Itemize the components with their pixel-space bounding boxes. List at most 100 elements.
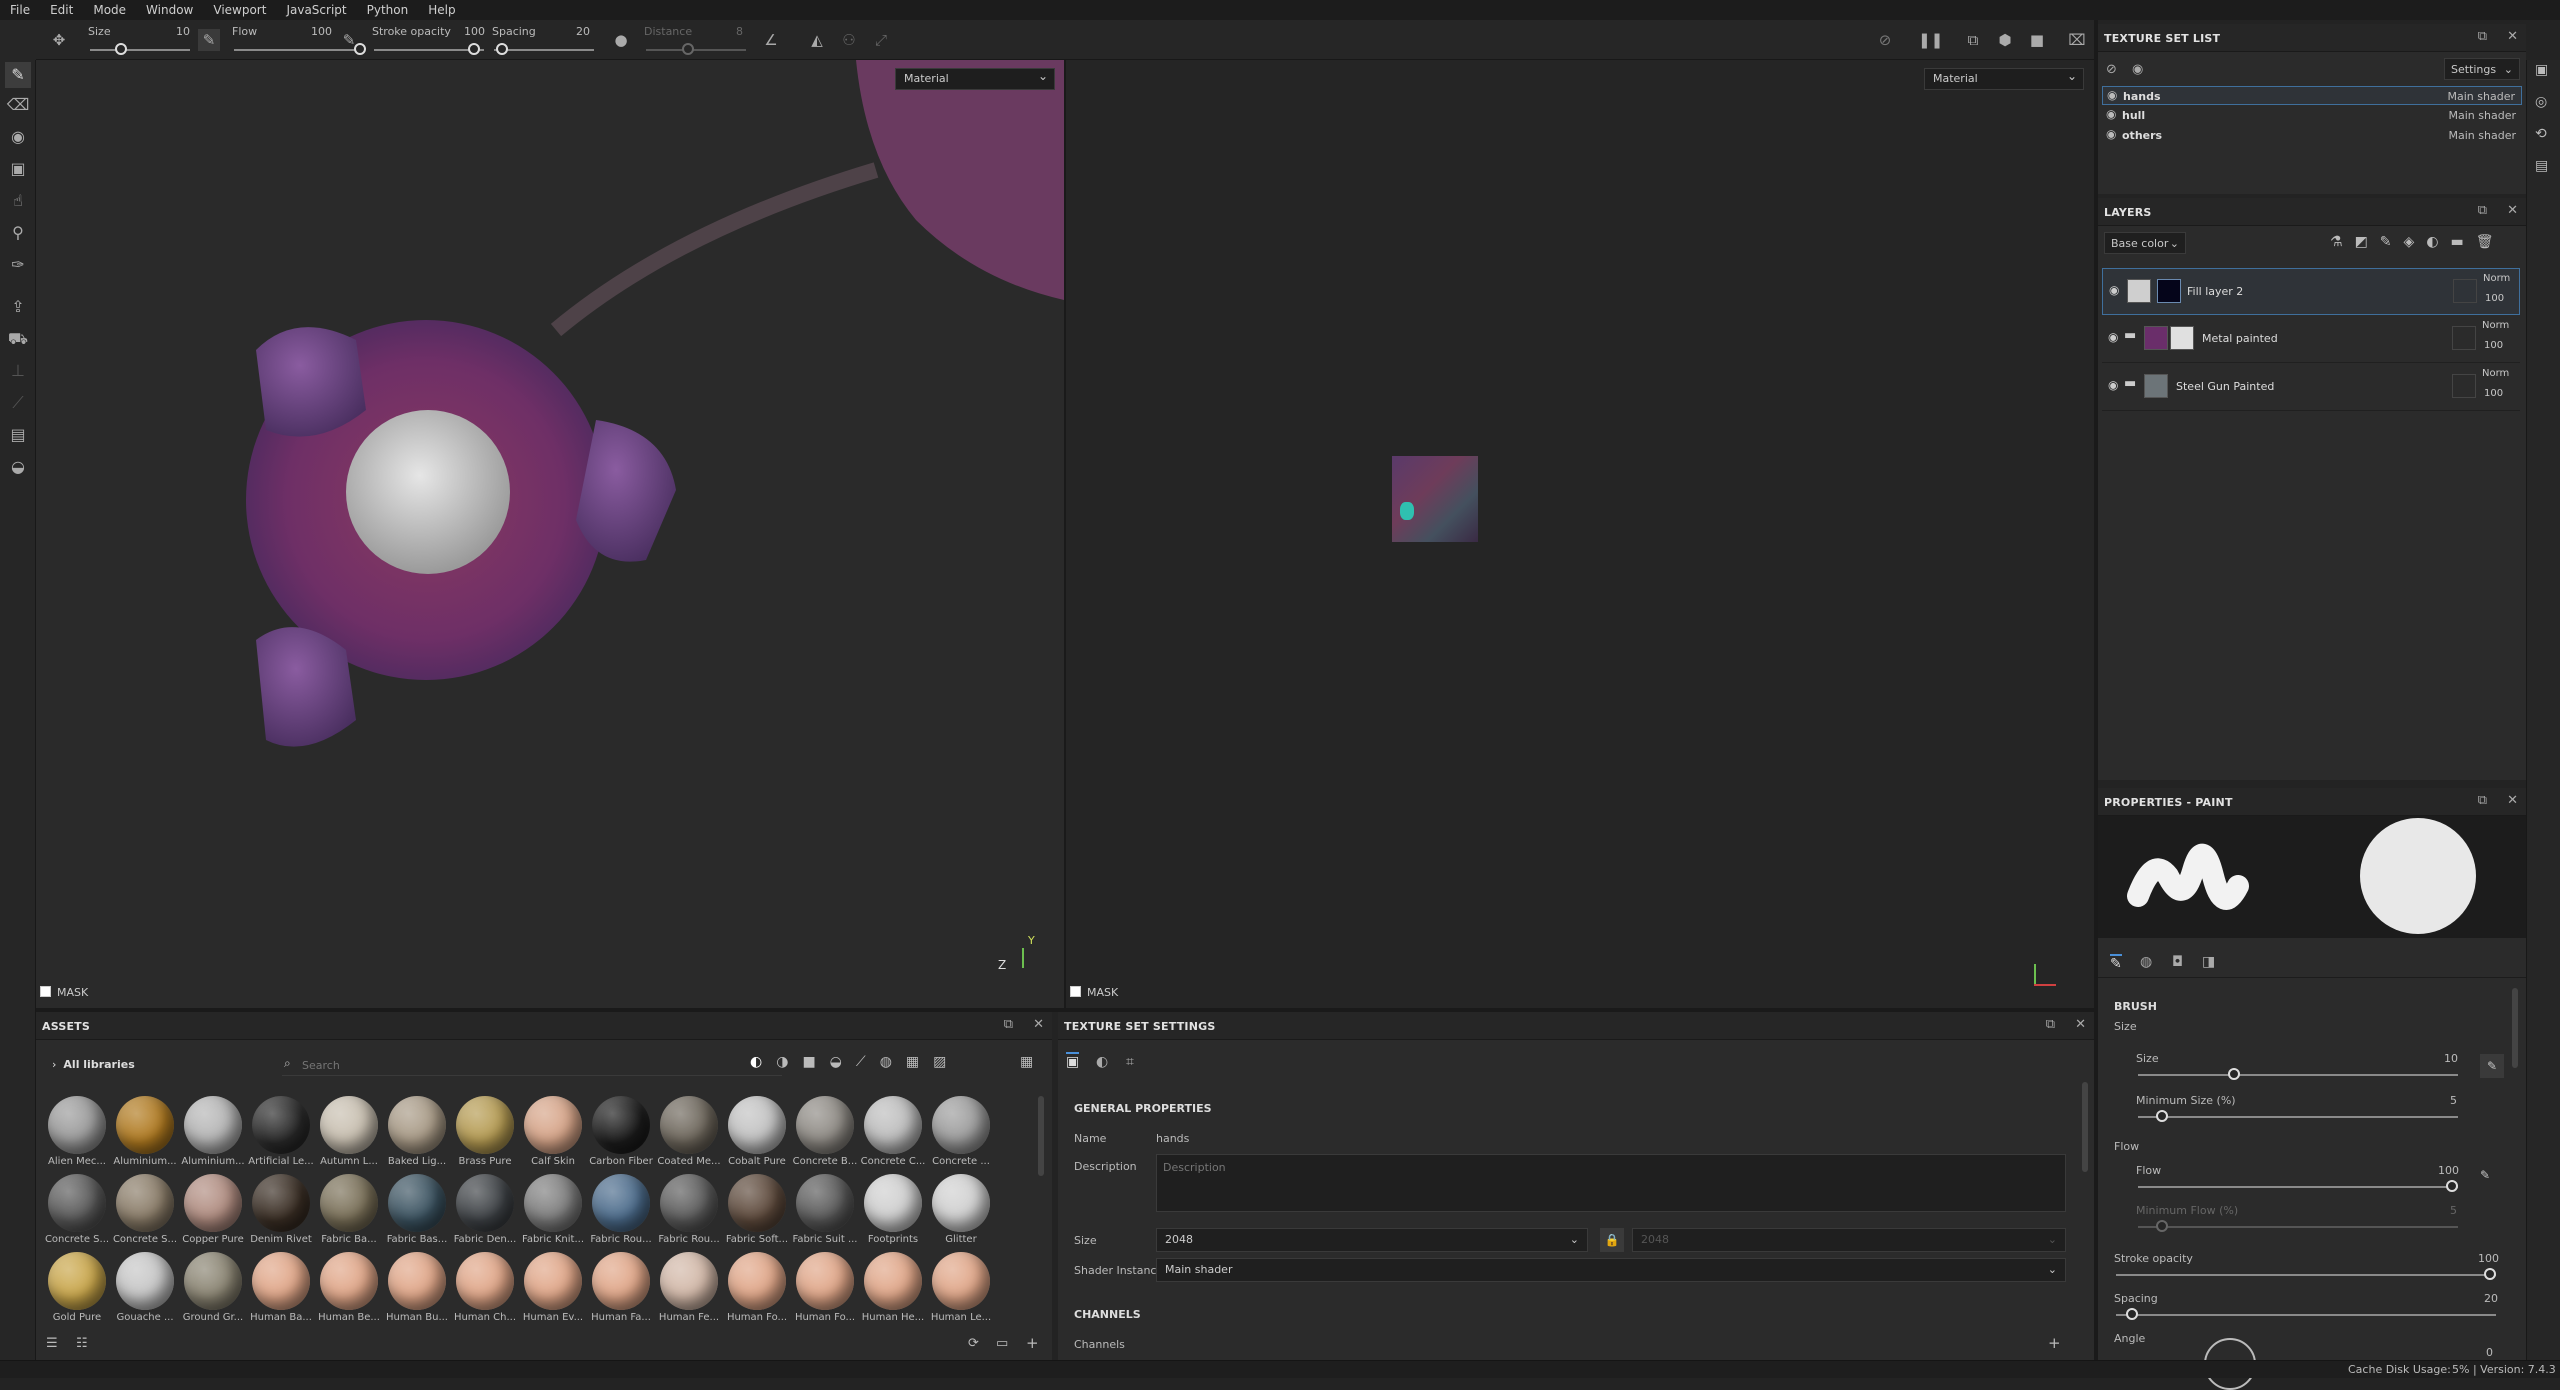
asset-item[interactable]: Human Le... xyxy=(928,1252,994,1323)
layer-opacity[interactable]: 100 xyxy=(2484,388,2503,399)
layer-row[interactable]: ◉ ▬ Steel Gun Painted Norm 100 xyxy=(2102,364,2520,411)
filter-list-icon[interactable]: ☷ xyxy=(76,1336,88,1351)
asset-item[interactable]: Fabric Suit ... xyxy=(792,1174,858,1245)
pen-pressure-icon[interactable]: ✎ xyxy=(198,29,220,51)
min-size-slider-knob[interactable] xyxy=(2156,1110,2168,1122)
asset-item[interactable]: Human Fo... xyxy=(792,1252,858,1323)
projection-icon[interactable]: ◉ xyxy=(5,124,31,150)
paint-brush-icon[interactable]: ✎ xyxy=(5,62,31,88)
log-icon[interactable]: ▤ xyxy=(2535,158,2548,174)
asset-item[interactable]: Autumn L... xyxy=(316,1096,382,1167)
add-icon[interactable]: + xyxy=(1026,1334,1039,1352)
undock-icon[interactable]: ⧉ xyxy=(2478,29,2487,44)
spacing-value[interactable]: 20 xyxy=(2484,1292,2498,1305)
menu-javascript[interactable]: JavaScript xyxy=(276,3,356,17)
viewport-2d[interactable]: Material MASK xyxy=(1066,60,2094,1008)
mask-checkbox-icon[interactable] xyxy=(1070,986,1081,997)
import-icon[interactable]: ▭ xyxy=(996,1336,1008,1351)
close-icon[interactable]: ✕ xyxy=(2507,203,2518,218)
texture-set-row[interactable]: ◉ others Main shader xyxy=(2102,126,2522,145)
asset-item[interactable]: Aluminium... xyxy=(112,1096,178,1167)
asset-item[interactable]: Human Bu... xyxy=(384,1252,450,1323)
asset-item[interactable]: Human Ba... xyxy=(248,1252,314,1323)
asset-item[interactable]: Concrete S... xyxy=(112,1174,178,1245)
add-paint-layer-icon[interactable]: ✎ xyxy=(2380,234,2404,250)
add-effect-icon[interactable]: ⚗ xyxy=(2330,234,2355,250)
menu-window[interactable]: Window xyxy=(136,3,203,17)
add-smart-material-icon[interactable]: ◐ xyxy=(2426,234,2450,250)
stencil-tab-icon[interactable]: ◘ xyxy=(2172,954,2183,970)
filter-textures-icon[interactable]: ▦ xyxy=(906,1054,933,1070)
visibility-eye-icon[interactable]: ◉ xyxy=(2108,330,2118,344)
add-channel-icon[interactable]: + xyxy=(2048,1334,2061,1352)
refresh-icon[interactable]: ⟳ xyxy=(968,1336,979,1351)
asset-item[interactable]: Artificial Le... xyxy=(248,1096,314,1167)
asset-item[interactable]: Brass Pure xyxy=(452,1096,518,1167)
display-icon[interactable]: ◒ xyxy=(5,454,31,480)
polygon-fill-icon[interactable]: ▣ xyxy=(5,156,31,182)
layer-mask-thumb[interactable] xyxy=(2157,279,2181,303)
visibility-eye-icon[interactable]: ◉ xyxy=(2109,283,2119,297)
filter-brushes-icon[interactable]: ⟋ xyxy=(856,1054,880,1070)
add-fill-layer-icon[interactable]: ◈ xyxy=(2404,234,2427,250)
add-folder-icon[interactable]: ▬ xyxy=(2451,234,2476,250)
tss-scrollbar[interactable] xyxy=(2082,1082,2088,1172)
asset-item[interactable]: Fabric Den... xyxy=(452,1174,518,1245)
asset-item[interactable]: Baked Lig... xyxy=(384,1096,450,1167)
search-input[interactable] xyxy=(302,1056,762,1074)
size-value[interactable]: 10 xyxy=(2444,1052,2458,1065)
angle-value[interactable]: 0 xyxy=(2486,1346,2493,1359)
menu-viewport[interactable]: Viewport xyxy=(203,3,276,17)
delete-icon[interactable]: 🗑 xyxy=(2476,234,2506,250)
asset-item[interactable]: Fabric Rou... xyxy=(588,1174,654,1245)
flow-pressure-icon[interactable]: ✎ xyxy=(2480,1168,2490,1182)
pen-icon[interactable]: ✎ xyxy=(338,29,360,51)
add-mask-icon[interactable]: ◩ xyxy=(2355,234,2380,250)
material-tab-icon[interactable]: ◨ xyxy=(2202,954,2215,970)
color-picker-icon[interactable]: ✑ xyxy=(5,252,31,278)
asset-item[interactable]: Human He... xyxy=(860,1252,926,1323)
properties-scrollbar[interactable] xyxy=(2512,988,2518,1068)
screenshot-icon[interactable]: ⌧ xyxy=(2066,29,2088,51)
menu-edit[interactable]: Edit xyxy=(40,3,83,17)
close-icon[interactable]: ✕ xyxy=(2507,793,2518,808)
eye-hide-icon[interactable]: ⊘ xyxy=(2106,62,2117,77)
history-icon[interactable]: ⟲ xyxy=(2535,126,2547,142)
asset-item[interactable]: Human Fa... xyxy=(588,1252,654,1323)
asset-item[interactable]: Fabric Knit... xyxy=(520,1174,586,1245)
filter-materials-icon[interactable]: ◐ xyxy=(750,1054,776,1070)
visibility-eye-icon[interactable]: ◉ xyxy=(2108,378,2118,392)
shader-instance-dropdown[interactable]: Main shader ⌄ xyxy=(1156,1258,2066,1282)
flow-value[interactable]: 100 xyxy=(2438,1164,2459,1177)
asset-item[interactable]: Calf Skin xyxy=(520,1096,586,1167)
brush-tab-icon[interactable]: ✎ xyxy=(2110,954,2122,972)
asset-item[interactable]: Human Fo... xyxy=(724,1252,790,1323)
grid-view-icon[interactable]: ▦ xyxy=(1020,1054,1033,1070)
eye-icon[interactable]: ◉ xyxy=(2132,62,2143,77)
camera-icon[interactable]: ■ xyxy=(2026,29,2048,51)
eraser-icon[interactable]: ⌫ xyxy=(5,92,31,118)
alpha-tab-icon[interactable]: ◍ xyxy=(2140,954,2152,970)
asset-item[interactable]: Concrete B... xyxy=(792,1096,858,1167)
asset-item[interactable]: Ground Gr... xyxy=(180,1252,246,1323)
settings-dropdown[interactable]: Settings ⌄ xyxy=(2444,58,2520,80)
close-icon[interactable]: ✕ xyxy=(2075,1017,2086,1032)
display-settings-icon[interactable]: ◎ xyxy=(2535,94,2547,110)
asset-item[interactable]: Human Fe... xyxy=(656,1252,722,1323)
size-slider-track[interactable] xyxy=(2138,1074,2458,1076)
viewport-2d-mode-select[interactable]: Material xyxy=(1924,68,2084,90)
asset-item[interactable]: Fabric Bas... xyxy=(384,1174,450,1245)
asset-item[interactable]: Alien Mec... xyxy=(44,1096,110,1167)
tss-settings-tab-icon[interactable]: ▣ xyxy=(1066,1052,1080,1070)
menu-python[interactable]: Python xyxy=(357,3,419,17)
lock-icon[interactable]: 🔒 xyxy=(1600,1228,1624,1252)
texture-set-shader[interactable]: Main shader xyxy=(2449,109,2516,122)
size-pressure-icon[interactable]: ✎ xyxy=(2480,1054,2504,1078)
spacing-slider-track[interactable] xyxy=(2116,1314,2496,1316)
layer-opacity[interactable]: 100 xyxy=(2485,293,2504,304)
symmetry-toggle-icon[interactable]: ⚇ xyxy=(838,29,860,51)
viewport-3d-mode-select[interactable]: Material xyxy=(895,68,1055,90)
asset-item[interactable]: Aluminium... xyxy=(180,1096,246,1167)
spacing-slider-track[interactable] xyxy=(494,49,594,51)
min-size-slider-track[interactable] xyxy=(2138,1116,2458,1118)
